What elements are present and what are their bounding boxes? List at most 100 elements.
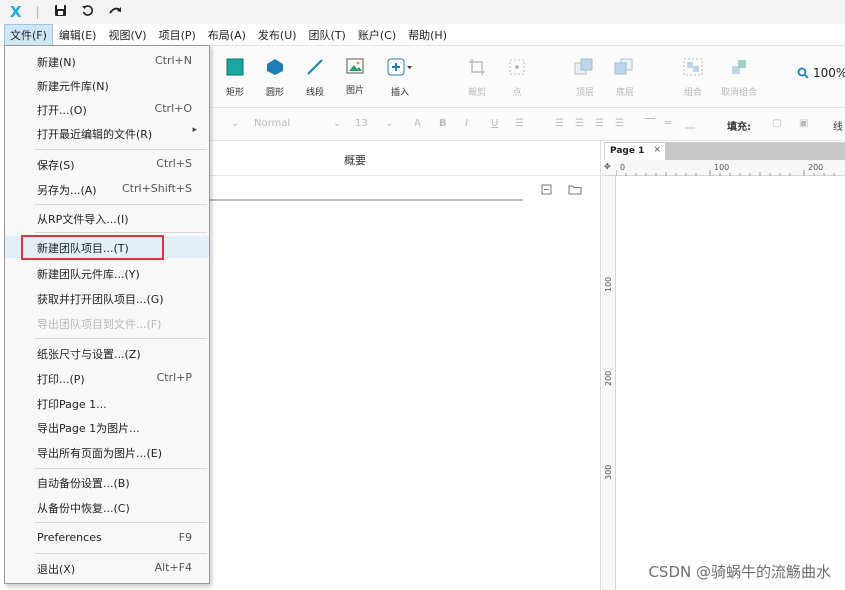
menu-view[interactable]: 视图(V)	[102, 24, 152, 46]
crop-icon	[459, 58, 495, 79]
submenu-arrow-icon: ▸	[192, 125, 197, 135]
italic-icon[interactable]: I	[465, 118, 468, 129]
menu-layout[interactable]: 布局(A)	[202, 24, 252, 46]
watermark-text: CSDN @骑蜗牛的流觞曲水	[648, 563, 831, 581]
canvas-area[interactable]	[600, 141, 845, 590]
menu-item-shortcut: Ctrl+S	[156, 157, 192, 170]
list-icon[interactable]: ☰	[515, 118, 524, 129]
menu-item-label: 自动备份设置...(B)	[37, 477, 130, 490]
menu-bar: 文件(F) 编辑(E) 视图(V) 项目(P) 布局(A) 发布(U) 团队(T…	[0, 23, 845, 46]
menu-item-label: 纸张尺寸与设置...(Z)	[37, 348, 141, 361]
add-folder-icon[interactable]	[568, 184, 582, 198]
valign-top-icon[interactable]: ⎺	[645, 118, 655, 129]
insert-label: 插入	[390, 88, 409, 98]
line-tool[interactable]: 线段	[297, 58, 333, 98]
redo-icon[interactable]	[108, 4, 123, 20]
add-page-icon[interactable]	[541, 184, 552, 198]
zoom-value[interactable]: 100%	[813, 66, 845, 80]
menu-item-get-team-project[interactable]: 获取并打开团队项目...(G)	[5, 287, 209, 309]
point-tool[interactable]: 点	[499, 58, 535, 98]
horizontal-ruler: ✥ 0 100 200	[602, 160, 845, 176]
group-label: 组合	[683, 88, 702, 98]
rectangle-tool[interactable]: 矩形	[217, 58, 253, 98]
ungroup-tool[interactable]: 取消组合	[717, 58, 761, 98]
menu-item-label: 另存为...(A)	[37, 184, 97, 197]
menu-item-print[interactable]: 打印...(P) Ctrl+P	[5, 367, 209, 389]
menu-item-label: 退出(X)	[37, 563, 76, 576]
menu-item-open-recent[interactable]: 打开最近编辑的文件(R) ▸	[5, 122, 209, 144]
tab-page-1-label: Page 1	[610, 146, 645, 156]
menu-item-preferences[interactable]: Preferences F9	[5, 527, 209, 549]
menu-item-shortcut: Ctrl+P	[156, 371, 192, 384]
zoom-control[interactable]: 100%	[797, 66, 845, 80]
bring-to-front-tool[interactable]: 顶层	[567, 58, 603, 98]
menu-file[interactable]: 文件(F)	[4, 23, 53, 46]
group-tool[interactable]: 组合	[675, 58, 711, 98]
bold-icon[interactable]: B	[439, 118, 447, 129]
font-style-select[interactable]: Normal	[254, 118, 290, 129]
align-right-icon[interactable]: ☰	[595, 118, 604, 129]
font-size-select[interactable]: 13	[355, 118, 368, 129]
menu-team[interactable]: 团队(T)	[303, 24, 352, 46]
align-center-icon[interactable]: ☰	[575, 118, 584, 129]
send-to-back-icon	[607, 58, 643, 79]
menu-item-restore-backup[interactable]: 从备份中恢复...(C)	[5, 496, 209, 518]
menu-item-label: 打开...(O)	[37, 104, 87, 117]
menu-item-save[interactable]: 保存(S) Ctrl+S	[5, 153, 209, 175]
send-to-back-tool[interactable]: 底层	[607, 58, 643, 98]
menu-item-import-rp[interactable]: 从RP文件导入...(I)	[5, 207, 209, 229]
insert-tool[interactable]: 插入	[382, 58, 418, 98]
group-icon	[675, 58, 711, 79]
image-label: 图片	[345, 86, 364, 96]
title-bar: X |	[0, 0, 845, 24]
fill-color-swatch-icon[interactable]: ▢	[772, 118, 781, 129]
font-color-icon[interactable]: A	[414, 118, 421, 129]
ruler-left-label-200: 200	[604, 370, 613, 386]
menu-item-exit[interactable]: 退出(X) Alt+F4	[5, 557, 209, 579]
menu-help[interactable]: 帮助(H)	[402, 24, 453, 46]
menu-separator	[35, 522, 207, 523]
outline-panel-icons	[541, 184, 582, 198]
menu-separator	[35, 338, 207, 339]
menu-item-label: 获取并打开团队项目...(G)	[37, 293, 164, 306]
menu-item-shortcut: Ctrl+N	[154, 54, 192, 67]
font-family-chevron-icon[interactable]: ⌄	[231, 118, 239, 129]
font-style-chevron-icon[interactable]: ⌄	[333, 118, 341, 129]
menu-item-label: 新建团队元件库...(Y)	[37, 268, 140, 281]
menu-item-open[interactable]: 打开...(O) Ctrl+O	[5, 98, 209, 120]
menu-item-new-team-library[interactable]: 新建团队元件库...(Y)	[5, 262, 209, 284]
ungroup-label: 取消组合	[720, 88, 757, 98]
circle-tool[interactable]: 圆形	[257, 58, 293, 98]
tab-page-1[interactable]: Page 1 ×	[604, 142, 666, 160]
menu-edit[interactable]: 编辑(E)	[53, 24, 103, 46]
valign-middle-icon[interactable]: ═	[665, 118, 671, 129]
menu-item-page-setup[interactable]: 纸张尺寸与设置...(Z)	[5, 342, 209, 364]
crop-tool[interactable]: 裁剪	[459, 58, 495, 98]
menu-item-shortcut: F9	[178, 531, 192, 544]
menu-project[interactable]: 项目(P)	[153, 24, 202, 46]
outline-panel-header: 概要	[209, 142, 600, 176]
menu-item-print-page[interactable]: 打印Page 1...	[5, 392, 209, 414]
outline-search-input[interactable]	[209, 183, 523, 201]
menu-account[interactable]: 账户(C)	[352, 24, 402, 46]
underline-icon[interactable]: U	[491, 118, 498, 129]
point-label: 点	[512, 88, 522, 98]
menu-item-new[interactable]: 新建(N) Ctrl+N	[5, 50, 209, 72]
fill-gradient-icon[interactable]: ▣	[799, 118, 808, 129]
align-justify-icon[interactable]: ☰	[615, 118, 624, 129]
undo-icon[interactable]	[81, 4, 94, 20]
menu-item-backup-settings[interactable]: 自动备份设置...(B)	[5, 471, 209, 493]
ruler-ticks	[616, 170, 835, 176]
font-size-chevron-icon[interactable]: ⌄	[385, 118, 393, 129]
menu-item-new-library[interactable]: 新建元件库(N)	[5, 74, 209, 96]
menu-item-export-all-images[interactable]: 导出所有页面为图片...(E)	[5, 441, 209, 463]
menu-item-export-page-image[interactable]: 导出Page 1为图片...	[5, 416, 209, 438]
align-left-icon[interactable]: ☰	[555, 118, 564, 129]
save-icon[interactable]	[54, 4, 67, 20]
menu-item-label: 导出所有页面为图片...(E)	[37, 447, 163, 460]
image-tool[interactable]: 图片	[337, 58, 373, 96]
valign-bottom-icon[interactable]: ⎽	[685, 118, 695, 129]
menu-publish[interactable]: 发布(U)	[252, 24, 303, 46]
menu-item-save-as[interactable]: 另存为...(A) Ctrl+Shift+S	[5, 178, 209, 200]
close-tab-icon[interactable]: ×	[653, 145, 661, 155]
